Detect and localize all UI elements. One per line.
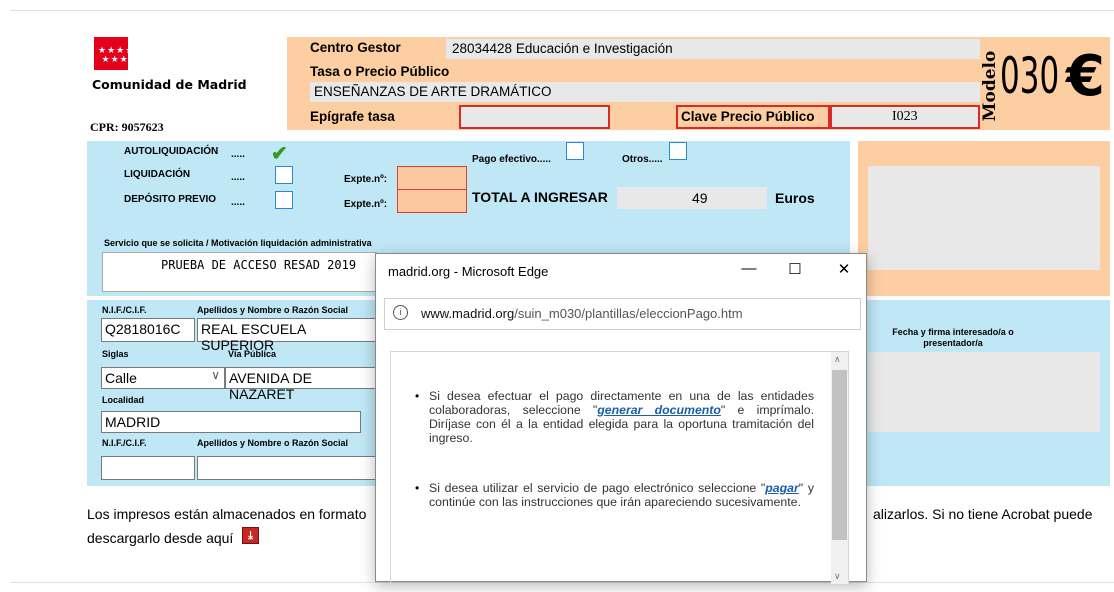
euros-label: Euros — [775, 190, 815, 206]
localidad-label: Localidad — [102, 395, 145, 405]
nif-label: N.I.F./C.I.F. — [102, 305, 147, 315]
autoliquidacion-label: AUTOLIQUIDACIÓN — [124, 146, 219, 157]
pagar-link[interactable]: pagar — [765, 481, 799, 495]
tasa-label: Tasa o Precio Público — [310, 64, 450, 79]
liquidacion-label: LIQUIDACIÓN — [124, 169, 191, 180]
side-gray-box — [868, 166, 1100, 270]
modelo-label: Modelo — [980, 50, 1000, 122]
chevron-down-icon: ∨ — [211, 368, 220, 382]
logo-text: Comunidad de Madrid — [92, 77, 247, 92]
deposito-label: DEPÓSITO PREVIO — [124, 194, 217, 205]
pago-efectivo-checkbox[interactable] — [566, 142, 584, 160]
maximize-icon[interactable]: ☐ — [780, 260, 810, 278]
expte-input-1[interactable] — [397, 166, 467, 190]
address-bar[interactable]: i www.madrid.org/suin_m030/plantillas/el… — [384, 298, 861, 330]
dots: ..... — [231, 149, 245, 160]
close-icon[interactable]: ✕ — [829, 260, 859, 278]
dots: ..... — [231, 172, 245, 183]
page-content: • Si desea efectuar el pago directamente… — [390, 351, 849, 585]
siglas-select[interactable]: Calle ∨ — [101, 367, 225, 389]
paragraph-pagar: Si desea utilizar el servicio de pago el… — [429, 481, 814, 509]
nombre-label: Apellidos y Nombre o Razón Social — [197, 305, 349, 315]
nombre2-input[interactable] — [197, 456, 377, 480]
euro-symbol: € — [1066, 44, 1105, 109]
total-value: 49 — [692, 190, 708, 206]
bullet-icon: • — [415, 481, 420, 495]
centro-gestor-value: 28034428 Educación e Investigación — [452, 41, 673, 56]
scrollbar-thumb[interactable] — [832, 370, 847, 540]
nif2-input[interactable] — [101, 456, 195, 480]
centro-gestor-label: Centro Gestor — [310, 40, 401, 55]
paragraph-generar: Si desea efectuar el pago directamente e… — [429, 389, 814, 445]
via-input[interactable]: AVENIDA DE NAZARET — [225, 367, 377, 402]
edge-popup-window: madrid.org - Microsoft Edge — ☐ ✕ i www.… — [375, 253, 867, 585]
modelo-label-wrap: Modelo — [980, 48, 1000, 124]
expte-input-2[interactable] — [397, 189, 467, 213]
footer-text-right: alizarlos. Si no tiene Acrobat puede — [873, 506, 1093, 522]
total-label: TOTAL A INGRESAR — [472, 189, 608, 205]
nombre-input[interactable]: REAL ESCUELA SUPERIOR — [197, 318, 377, 353]
otros-label: Otros..... — [622, 154, 663, 165]
vertical-scrollbar[interactable]: ∧ ∨ — [831, 352, 848, 584]
url-path: /suin_m030/plantillas/eleccionPago.htm — [514, 306, 743, 321]
localidad-input[interactable]: MADRID — [101, 411, 361, 433]
list-item: • Si desea utilizar el servicio de pago … — [415, 481, 814, 509]
dots: ..... — [231, 197, 245, 208]
generar-documento-link[interactable]: generar documento — [597, 403, 721, 417]
firma-box[interactable] — [868, 352, 1100, 432]
servicio-label: Servicio que se solicita / Motivación li… — [104, 238, 372, 248]
list-item: • Si desea efectuar el pago directamente… — [415, 389, 814, 445]
footer-text-left: Los impresos están almacenados en format… — [87, 506, 367, 522]
epigrafe-input[interactable] — [459, 105, 610, 129]
url-text: www.madrid.org/suin_m030/plantillas/elec… — [421, 306, 743, 321]
modelo-number: 030 — [1000, 47, 1060, 105]
checkmark-icon[interactable]: ✔ — [271, 141, 288, 166]
siglas-label: Siglas — [102, 349, 129, 359]
bullet-icon: • — [415, 389, 420, 403]
via-label: Vía Pública — [228, 349, 277, 359]
minimize-icon[interactable]: — — [734, 260, 764, 277]
top-divider — [10, 10, 1114, 11]
liquidacion-checkbox[interactable] — [275, 166, 293, 184]
scroll-up-icon[interactable]: ∧ — [834, 354, 841, 365]
deposito-checkbox[interactable] — [275, 191, 293, 209]
otros-checkbox[interactable] — [669, 142, 687, 160]
servicio-value: PRUEBA DE ACCESO RESAD 2019 — [161, 258, 357, 272]
expte-label-2: Expte.nº: — [344, 199, 388, 210]
info-icon[interactable]: i — [393, 305, 408, 320]
window-title: madrid.org - Microsoft Edge — [388, 264, 549, 279]
pdf-icon[interactable]: ⤓ — [242, 527, 259, 544]
clave-label: Clave Precio Público — [681, 109, 815, 124]
madrid-flag-logo: ★★★★ ★★★ — [94, 37, 133, 70]
pago-efectivo-label: Pago efectivo..... — [472, 154, 551, 165]
firma-label: Fecha y firma interesado/a o presentador… — [892, 327, 1014, 348]
p2-text-a: Si desea utilizar el servicio de pago el… — [429, 481, 766, 495]
footer-text-line2: descargarlo desde aquí — [87, 530, 234, 546]
scroll-down-icon[interactable]: ∨ — [834, 571, 841, 582]
nif2-label: N.I.F./C.I.F. — [102, 438, 147, 448]
siglas-value: Calle — [105, 370, 137, 386]
cpr-code: CPR: 9057623 — [90, 120, 164, 134]
clave-value: I023 — [892, 109, 918, 124]
tasa-value: ENSEÑANZAS DE ARTE DRAMÁTICO — [314, 84, 552, 99]
nif-input[interactable]: Q2818016C — [101, 318, 195, 342]
nombre2-label: Apellidos y Nombre o Razón Social — [197, 438, 349, 448]
expte-label-1: Expte.nº: — [344, 174, 388, 185]
url-domain: www.madrid.org — [421, 306, 515, 321]
epigrafe-label: Epígrafe tasa — [310, 109, 395, 124]
